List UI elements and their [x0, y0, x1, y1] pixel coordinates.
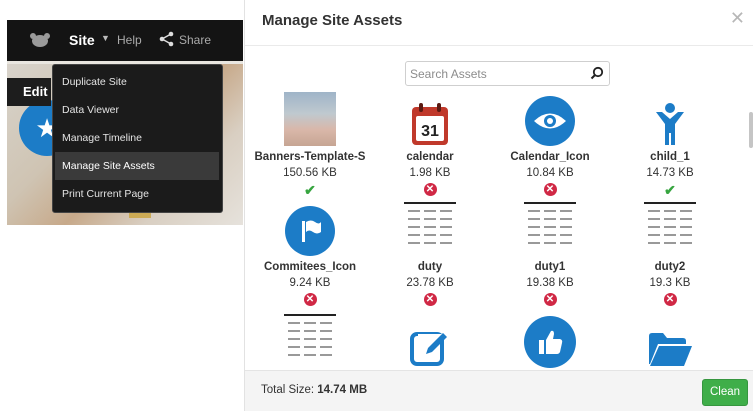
asset-tile[interactable]: Commitees_Icon 9.24 KB ✕: [245, 202, 375, 307]
calendar-day-text: 31: [421, 123, 439, 140]
eye-icon: [525, 96, 575, 146]
asset-tile[interactable]: 31 calendar 1.98 KB ✕: [365, 92, 495, 197]
scrollbar-thumb[interactable]: [749, 112, 753, 148]
site-menu-button[interactable]: Site: [69, 32, 95, 48]
chevron-down-icon[interactable]: ▼: [101, 33, 110, 43]
menu-item-print-current-page[interactable]: Print Current Page: [53, 180, 222, 208]
asset-name: duty: [417, 261, 443, 273]
logo-icon: [30, 33, 50, 47]
asset-thumbnail: [245, 202, 375, 256]
help-link[interactable]: Help: [117, 33, 142, 47]
check-icon: ✔: [664, 182, 676, 198]
asset-tile[interactable]: duty 23.78 KB ✕: [365, 202, 495, 307]
editor-topbar: Site ▼ Help Share: [7, 20, 243, 61]
asset-size: 19.3 KB: [649, 277, 691, 289]
clean-button[interactable]: Clean: [702, 379, 748, 406]
error-icon: ✕: [423, 293, 437, 306]
calendar-icon: 31: [412, 103, 448, 145]
asset-thumbnail: [605, 202, 735, 256]
asset-name: duty2: [654, 261, 686, 273]
asset-tile[interactable]: child_1 14.73 KB ✔: [605, 92, 735, 197]
share-link[interactable]: Share: [179, 33, 211, 47]
error-icon: ✕: [663, 293, 677, 306]
edit-tab[interactable]: Edit: [7, 78, 51, 106]
assets-grid: Banners-Template-S 150.56 KB ✔ 31 calend…: [245, 92, 745, 370]
total-size-label: Total Size:: [261, 384, 315, 396]
menu-item-duplicate-site[interactable]: Duplicate Site: [53, 68, 222, 96]
modal-footer: Total Size: 14.74 MB Clean: [245, 370, 753, 411]
asset-thumbnail: [605, 92, 735, 146]
photo-thumbnail: [284, 92, 336, 146]
asset-size: 19.38 KB: [526, 277, 574, 289]
thumbs-up-icon: [524, 316, 576, 368]
asset-tile[interactable]: [605, 314, 735, 368]
check-icon: ✔: [304, 182, 316, 198]
asset-name: Commitees_Icon: [263, 261, 357, 273]
child-icon: [656, 103, 684, 145]
error-icon: ✕: [303, 293, 317, 306]
modal-title: Manage Site Assets: [262, 12, 403, 29]
search-input[interactable]: [406, 62, 586, 85]
asset-tile[interactable]: Banners-Template-S 150.56 KB ✔: [245, 92, 375, 197]
search-icon[interactable]: [590, 66, 604, 80]
asset-size: 23.78 KB: [406, 277, 454, 289]
asset-size: 9.24 KB: [289, 277, 331, 289]
total-size-value: 14.74 MB: [317, 384, 368, 396]
asset-tile[interactable]: [365, 314, 495, 368]
asset-thumbnail: [365, 202, 495, 256]
asset-thumbnail: [485, 92, 615, 146]
menu-item-manage-site-assets[interactable]: Manage Site Assets: [55, 152, 219, 180]
asset-tile[interactable]: duty2 19.3 KB ✕: [605, 202, 735, 307]
asset-name: calendar: [406, 151, 454, 163]
asset-tile[interactable]: duty1 19.38 KB ✕: [485, 202, 615, 307]
table-thumbnail: [524, 202, 576, 256]
error-icon: ✕: [543, 183, 557, 196]
asset-size: 10.84 KB: [526, 167, 574, 179]
error-icon: ✕: [543, 293, 557, 306]
asset-name: duty1: [534, 261, 566, 273]
search-box: [405, 61, 610, 86]
asset-thumbnail: [605, 314, 735, 368]
asset-name: Calendar_Icon: [510, 151, 590, 163]
asset-thumbnail: [485, 314, 615, 368]
asset-thumbnail: [485, 202, 615, 256]
asset-tile[interactable]: Calendar_Icon 10.84 KB ✕: [485, 92, 615, 197]
total-size: Total Size: 14.74 MB: [261, 384, 367, 396]
table-thumbnail: [644, 202, 696, 256]
asset-size: 14.73 KB: [646, 167, 694, 179]
asset-size: 150.56 KB: [283, 167, 337, 179]
share-icon[interactable]: [159, 31, 175, 47]
asset-thumbnail: [365, 314, 495, 368]
asset-tile[interactable]: [485, 314, 615, 368]
menu-item-data-viewer[interactable]: Data Viewer: [53, 96, 222, 124]
asset-thumbnail: [245, 314, 375, 368]
modal-header: Manage Site Assets ✕: [245, 0, 753, 46]
manage-assets-modal: Manage Site Assets ✕ Banners-Template-S …: [244, 0, 753, 411]
flag-icon: [285, 206, 335, 256]
table-thumbnail: [404, 202, 456, 256]
asset-size: 1.98 KB: [409, 167, 451, 179]
edit-icon: [410, 332, 447, 366]
asset-name: child_1: [650, 151, 690, 163]
site-dropdown-menu: Duplicate Site Data Viewer Manage Timeli…: [52, 64, 223, 213]
folder-icon: [649, 333, 692, 366]
menu-item-manage-timeline[interactable]: Manage Timeline: [53, 124, 222, 152]
asset-thumbnail: 31: [365, 92, 495, 146]
table-thumbnail: [284, 314, 336, 368]
error-icon: ✕: [423, 183, 437, 196]
asset-thumbnail: [245, 92, 375, 146]
asset-name: Banners-Template-S: [254, 151, 366, 163]
asset-tile[interactable]: [245, 314, 375, 368]
close-icon[interactable]: ✕: [730, 9, 745, 27]
